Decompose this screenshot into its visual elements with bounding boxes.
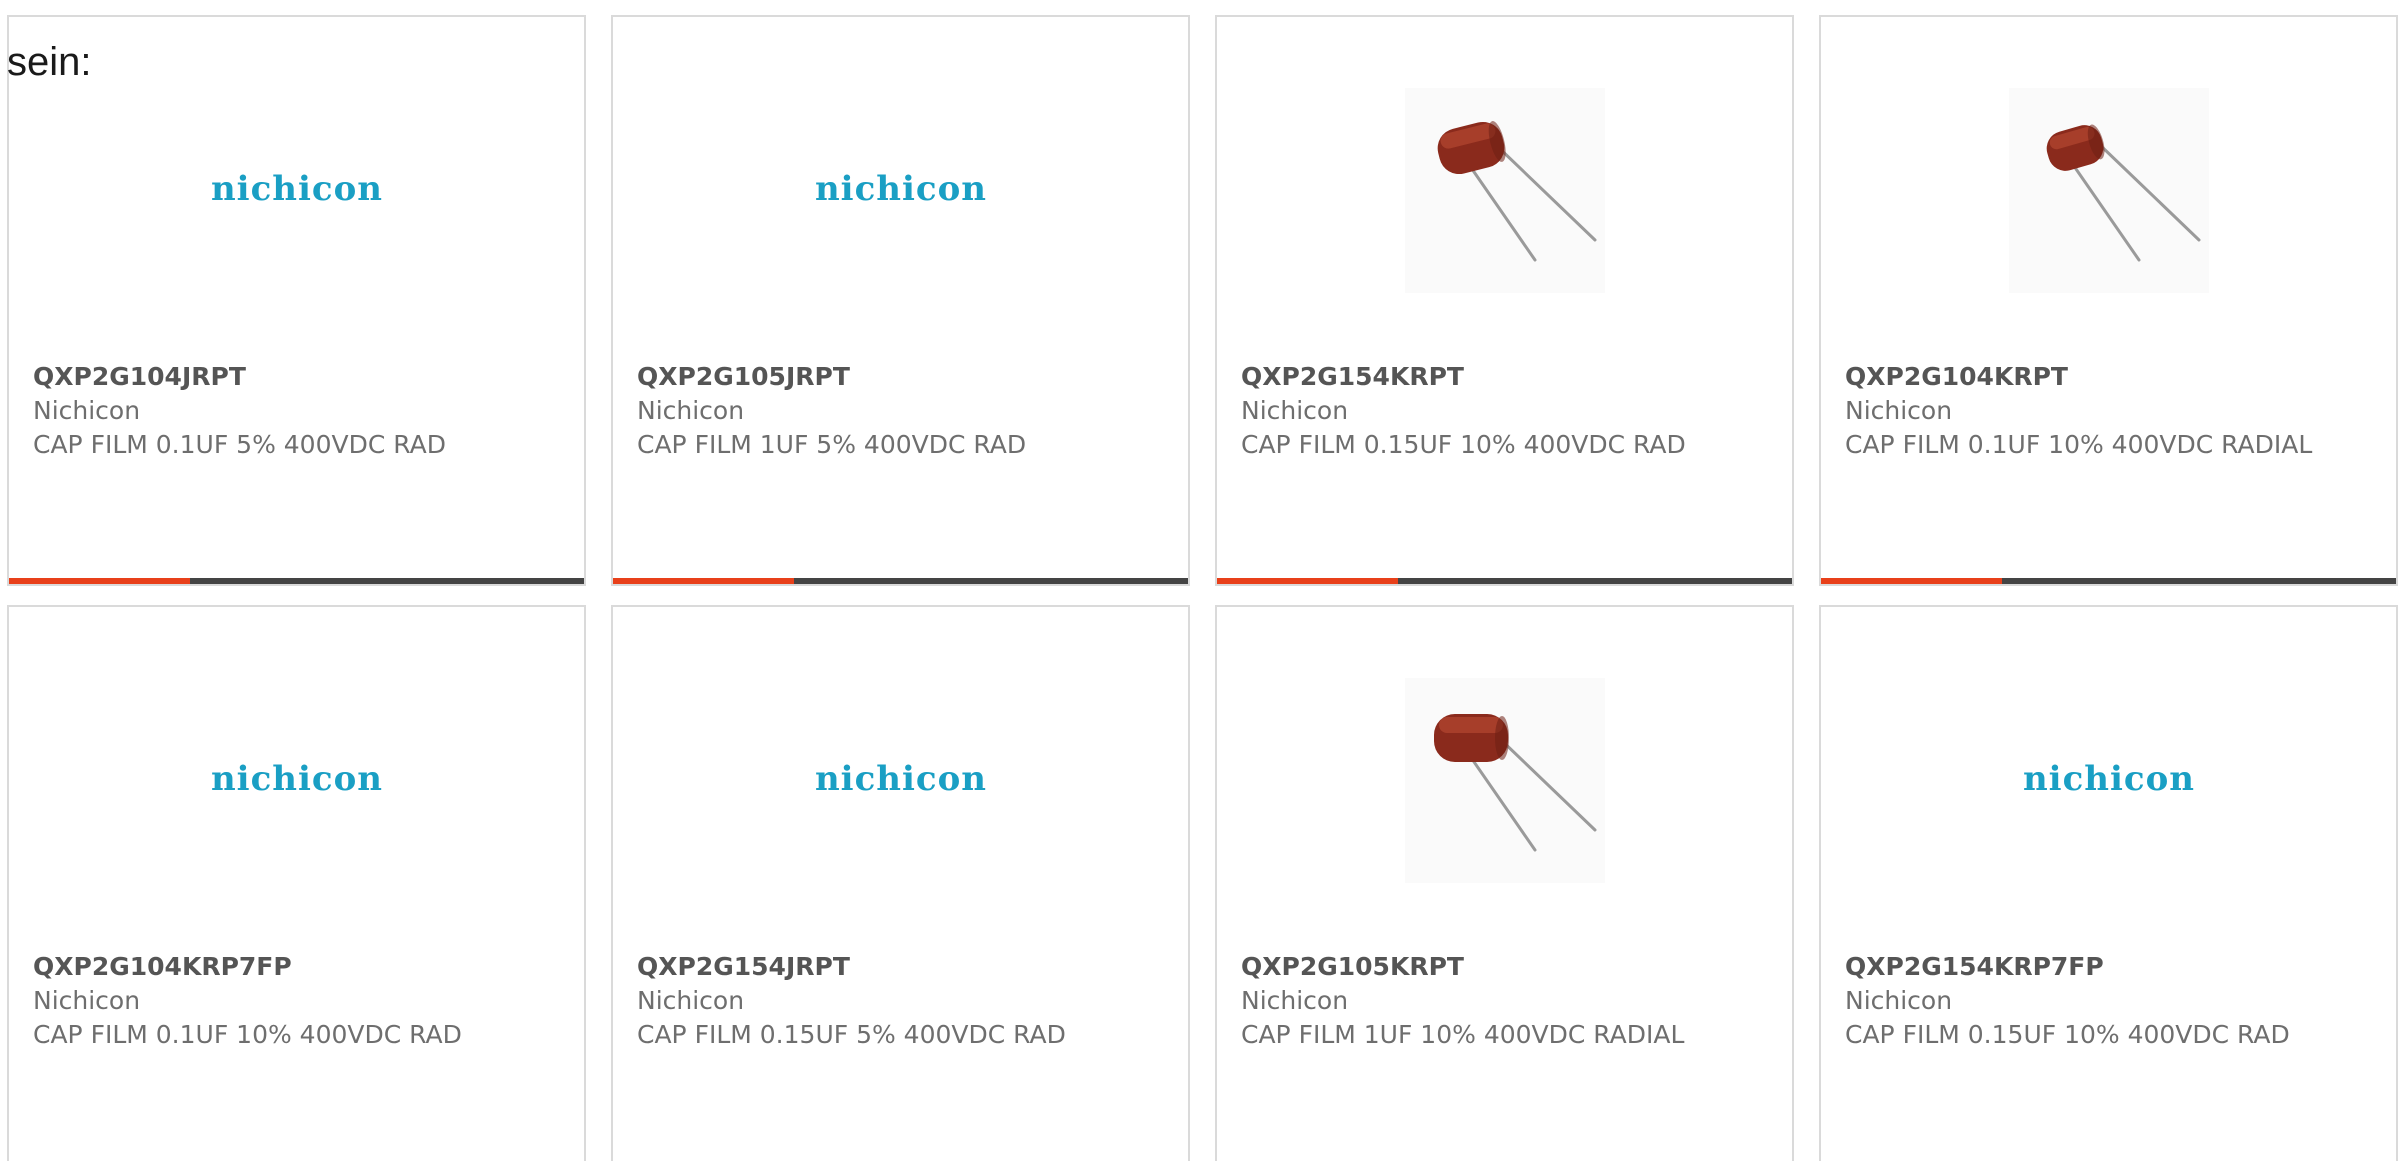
part-number-link[interactable]: QXP2G105KRPT <box>1241 950 1768 984</box>
svg-text:nichicon: nichicon <box>814 759 986 799</box>
product-image[interactable]: nichicon <box>1821 675 2396 885</box>
product-info: QXP2G104KRPT Nichicon CAP FILM 0.1UF 10% 4… <box>1845 360 2372 462</box>
product-description: CAP FILM 0.1UF 10% 400VDC RADIAL <box>1845 430 2313 459</box>
nichicon-logo-icon: nichicon <box>2022 759 2194 799</box>
manufacturer-name: Nichicon <box>637 396 745 425</box>
product-image[interactable] <box>1217 85 1792 295</box>
film-capacitor-icon <box>1404 87 1605 293</box>
manufacturer-name: Nichicon <box>1241 986 1349 1015</box>
card-bottom-bar <box>1821 578 2396 584</box>
product-card[interactable]: nichicon QXP2G154KRP7FP Nichicon CAP FILM 0… <box>1819 605 2398 1161</box>
manufacturer-name: Nichicon <box>1845 396 1953 425</box>
nichicon-logo-icon: nichicon <box>814 169 986 209</box>
card-accent-stripe <box>1821 578 2002 584</box>
product-info: QXP2G154KRP7FP Nichicon CAP FILM 0.15UF 10… <box>1845 950 2372 1052</box>
part-number-link[interactable]: QXP2G104KRPT <box>1845 360 2372 394</box>
manufacturer-name: Nichicon <box>1845 986 1953 1015</box>
product-description: CAP FILM 0.15UF 10% 400VDC RAD <box>1845 1020 2290 1049</box>
product-description: CAP FILM 1UF 5% 400VDC RAD <box>637 430 1027 459</box>
product-card[interactable]: nichicon QXP2G154JRPT Nichicon CAP FILM 0.1… <box>611 605 1190 1161</box>
film-capacitor-icon <box>2008 87 2209 293</box>
product-info: QXP2G105KRPT Nichicon CAP FILM 1UF 10% 400… <box>1241 950 1768 1052</box>
svg-text:nichicon: nichicon <box>814 169 986 209</box>
product-card[interactable]: QXP2G105KRPT Nichicon CAP FILM 1UF 10% 400… <box>1215 605 1794 1161</box>
product-card[interactable]: nichicon QXP2G104JRPT Nichicon CAP FILM 0.1… <box>7 15 586 586</box>
card-accent-stripe <box>613 578 794 584</box>
part-number-link[interactable]: QXP2G154KRPT <box>1241 360 1768 394</box>
product-image[interactable] <box>1217 675 1792 885</box>
product-image[interactable] <box>1821 85 2396 295</box>
product-description: CAP FILM 0.1UF 10% 400VDC RAD <box>33 1020 462 1049</box>
card-accent-stripe <box>9 578 190 584</box>
product-description: CAP FILM 0.15UF 5% 400VDC RAD <box>637 1020 1066 1049</box>
svg-text:nichicon: nichicon <box>2022 759 2194 799</box>
manufacturer-name: Nichicon <box>33 986 141 1015</box>
manufacturer-name: Nichicon <box>637 986 745 1015</box>
part-number-link[interactable]: QXP2G154JRPT <box>637 950 1164 984</box>
nichicon-logo-icon: nichicon <box>814 759 986 799</box>
product-card[interactable]: nichicon QXP2G104KRP7FP Nichicon CAP FILM 0… <box>7 605 586 1161</box>
product-card[interactable]: QXP2G104KRPT Nichicon CAP FILM 0.1UF 10% 4… <box>1819 15 2398 586</box>
product-image[interactable]: nichicon <box>9 85 584 295</box>
card-bottom-bar <box>1217 578 1792 584</box>
card-bottom-bar <box>613 578 1188 584</box>
manufacturer-name: Nichicon <box>33 396 141 425</box>
product-image[interactable]: nichicon <box>613 675 1188 885</box>
svg-text:nichicon: nichicon <box>210 759 382 799</box>
product-info: QXP2G104KRP7FP Nichicon CAP FILM 0.1UF 10%… <box>33 950 560 1052</box>
nichicon-logo-icon: nichicon <box>210 169 382 209</box>
svg-text:nichicon: nichicon <box>210 169 382 209</box>
product-card[interactable]: nichicon QXP2G105JRPT Nichicon CAP FILM 1UF… <box>611 15 1190 586</box>
product-description: CAP FILM 0.1UF 5% 400VDC RAD <box>33 430 446 459</box>
part-number-link[interactable]: QXP2G105JRPT <box>637 360 1164 394</box>
film-capacitor-icon <box>1404 677 1605 883</box>
product-card[interactable]: QXP2G154KRPT Nichicon CAP FILM 0.15UF 10% … <box>1215 15 1794 586</box>
product-info: QXP2G105JRPT Nichicon CAP FILM 1UF 5% 400V… <box>637 360 1164 462</box>
part-number-link[interactable]: QXP2G104KRP7FP <box>33 950 560 984</box>
product-description: CAP FILM 1UF 10% 400VDC RADIAL <box>1241 1020 1685 1049</box>
card-accent-stripe <box>1217 578 1398 584</box>
nichicon-logo-icon: nichicon <box>210 759 382 799</box>
product-image[interactable]: nichicon <box>613 85 1188 295</box>
manufacturer-name: Nichicon <box>1241 396 1349 425</box>
product-listing-page: sein: nichicon QXP2G104JRPT Nichicon CAP FI… <box>0 0 2400 1161</box>
product-info: QXP2G104JRPT Nichicon CAP FILM 0.1UF 5% 40… <box>33 360 560 462</box>
card-bottom-bar <box>9 578 584 584</box>
product-info: QXP2G154KRPT Nichicon CAP FILM 0.15UF 10% … <box>1241 360 1768 462</box>
product-image[interactable]: nichicon <box>9 675 584 885</box>
product-info: QXP2G154JRPT Nichicon CAP FILM 0.15UF 5% 4… <box>637 950 1164 1052</box>
product-description: CAP FILM 0.15UF 10% 400VDC RAD <box>1241 430 1686 459</box>
product-grid: nichicon QXP2G104JRPT Nichicon CAP FILM 0.1… <box>7 15 2398 1161</box>
intro-text: sein: <box>7 40 92 84</box>
part-number-link[interactable]: QXP2G154KRP7FP <box>1845 950 2372 984</box>
part-number-link[interactable]: QXP2G104JRPT <box>33 360 560 394</box>
